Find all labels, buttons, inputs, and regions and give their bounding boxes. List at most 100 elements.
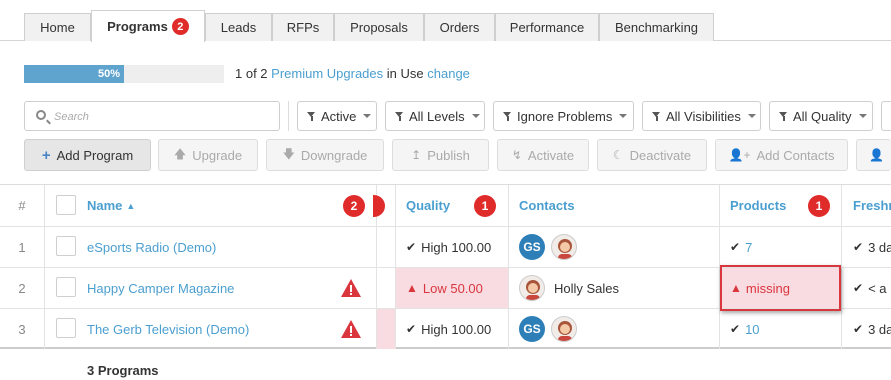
partial-problems-badge — [373, 195, 385, 217]
name-problems-badge: 2 — [343, 195, 365, 217]
select-all-checkbox[interactable] — [56, 195, 76, 215]
quality-cell: ✔ High 100.00 — [406, 227, 491, 267]
premium-upgrades-link[interactable]: Premium Upgrades — [271, 66, 383, 81]
search-placeholder: Search — [54, 111, 89, 123]
tab-performance[interactable]: Performance — [495, 13, 599, 41]
button-label: Upgrade — [192, 147, 243, 163]
change-link[interactable]: change — [427, 66, 470, 81]
row-number: 1 — [18, 239, 26, 255]
moon-icon: ☾ — [612, 148, 624, 162]
filter-problems-dropdown[interactable]: Ignore Problems — [493, 101, 634, 131]
filter-divider — [288, 101, 289, 131]
check-icon: ✔ — [853, 322, 864, 336]
check-icon: ✔ — [853, 281, 864, 295]
missing-products-highlight — [720, 265, 841, 311]
row-number: 2 — [18, 280, 26, 296]
header-name[interactable]: Name ▲ — [87, 185, 135, 226]
sort-ascending-icon: ▲ — [126, 200, 136, 211]
tab-benchmarking[interactable]: Benchmarking — [599, 13, 714, 41]
products-count-link[interactable]: 10 — [745, 322, 759, 337]
filter-quality-dropdown[interactable]: All Quality — [769, 101, 873, 131]
progress-fill: 50% — [24, 65, 124, 83]
deactivate-button[interactable]: ☾ Deactivate — [597, 139, 707, 171]
avatar-person-icon[interactable] — [551, 234, 577, 260]
avatar-person-icon[interactable] — [551, 316, 577, 342]
quality-value: High 100.00 — [421, 239, 492, 255]
add-program-button[interactable]: + Add Program — [24, 139, 151, 171]
quality-cell: ✔ High 100.00 — [406, 309, 491, 349]
user-remove-icon: 👤 — [869, 148, 884, 162]
filter-label: Active — [321, 108, 357, 124]
avatar-initials[interactable]: GS — [519, 234, 545, 260]
avatar-initials[interactable]: GS — [519, 316, 545, 342]
tab-rfps[interactable]: RFPs — [272, 13, 334, 41]
tab-orders[interactable]: Orders — [424, 13, 495, 41]
row-checkbox[interactable] — [56, 277, 76, 297]
activate-button[interactable]: ↯ Activate — [497, 139, 589, 171]
column-divider — [395, 185, 396, 349]
warning-icon: ▲ — [406, 281, 418, 295]
row-checkbox[interactable] — [56, 318, 76, 338]
tab-label: Performance — [509, 20, 585, 35]
chevron-down-icon — [471, 114, 480, 118]
freshness-cell: ✔ 3 da — [853, 227, 891, 267]
header-products[interactable]: Products — [730, 185, 786, 226]
tab-programs[interactable]: Programs 2 — [91, 10, 205, 42]
tab-proposals[interactable]: Proposals — [334, 13, 424, 41]
tab-label: Orders — [439, 20, 480, 35]
tab-home[interactable]: Home — [24, 13, 91, 41]
tab-label: Home — [40, 20, 75, 35]
check-icon: ✔ — [406, 240, 417, 254]
warning-icon[interactable] — [340, 309, 362, 349]
products-cell: ✔ 7 — [730, 227, 752, 267]
downgrade-button[interactable]: 🡇 Downgrade — [266, 139, 384, 171]
add-contacts-button[interactable]: 👤+ Add Contacts — [715, 139, 848, 171]
program-name-link[interactable]: The Gerb Television (Demo) — [87, 309, 249, 349]
quality-value: Low 50.00 — [422, 280, 483, 296]
program-name-link[interactable]: eSports Radio (Demo) — [87, 227, 216, 267]
tab-label: RFPs — [286, 20, 320, 35]
header-contacts[interactable]: Contacts — [519, 185, 575, 226]
search-box[interactable]: Search — [24, 101, 280, 131]
freshness-value: 3 da — [868, 239, 891, 255]
freshness-cell: ✔ < a — [853, 268, 887, 308]
tab-leads[interactable]: Leads — [205, 13, 272, 41]
search-icon — [36, 110, 46, 120]
freshness-value: < a — [868, 280, 887, 296]
freshness-cell: ✔ 3 da — [853, 309, 891, 349]
filter-icon-stem — [507, 115, 509, 121]
chevron-down-icon — [747, 114, 756, 118]
button-label: Publish — [427, 147, 470, 163]
upgrade-button[interactable]: 🡅 Upgrade — [158, 139, 258, 171]
filter-visibility-dropdown[interactable]: All Visibilities — [642, 101, 761, 131]
filter-levels-dropdown[interactable]: All Levels — [385, 101, 485, 131]
header-name-label: Name — [87, 198, 123, 213]
chevron-down-icon — [619, 114, 628, 118]
contact-name[interactable]: Holly Sales — [554, 268, 619, 308]
chevron-down-icon — [858, 114, 867, 118]
tab-label: Programs — [107, 19, 168, 34]
upgrades-progress-bar: 50% — [24, 65, 224, 83]
publish-button[interactable]: ↥ Publish — [392, 139, 489, 171]
filter-more-dropdown[interactable] — [881, 101, 891, 131]
products-count-link[interactable]: 7 — [745, 240, 752, 255]
arrow-up-icon: 🡅 — [173, 146, 187, 161]
row-number: 3 — [18, 321, 26, 337]
programs-count-footer: 3 Programs — [87, 363, 159, 378]
program-name-link[interactable]: Happy Camper Magazine — [87, 268, 234, 308]
button-label: Deactivate — [629, 147, 692, 163]
quality-problems-badge: 1 — [474, 195, 496, 217]
warning-icon[interactable] — [340, 268, 362, 308]
tab-label: Benchmarking — [614, 20, 699, 35]
freshness-value: 3 da — [868, 321, 891, 337]
header-quality[interactable]: Quality — [406, 185, 450, 226]
header-freshness[interactable]: Freshn — [853, 185, 891, 226]
avatar-person-icon[interactable] — [519, 275, 545, 301]
usage-count: 1 of 2 — [235, 66, 268, 81]
column-divider — [841, 185, 842, 349]
row-checkbox[interactable] — [56, 236, 76, 256]
button-label: Add Program — [56, 147, 134, 163]
remove-contacts-button[interactable]: 👤 — [856, 139, 891, 171]
filter-status-dropdown[interactable]: Active — [297, 101, 377, 131]
upload-icon: ↥ — [411, 148, 422, 162]
